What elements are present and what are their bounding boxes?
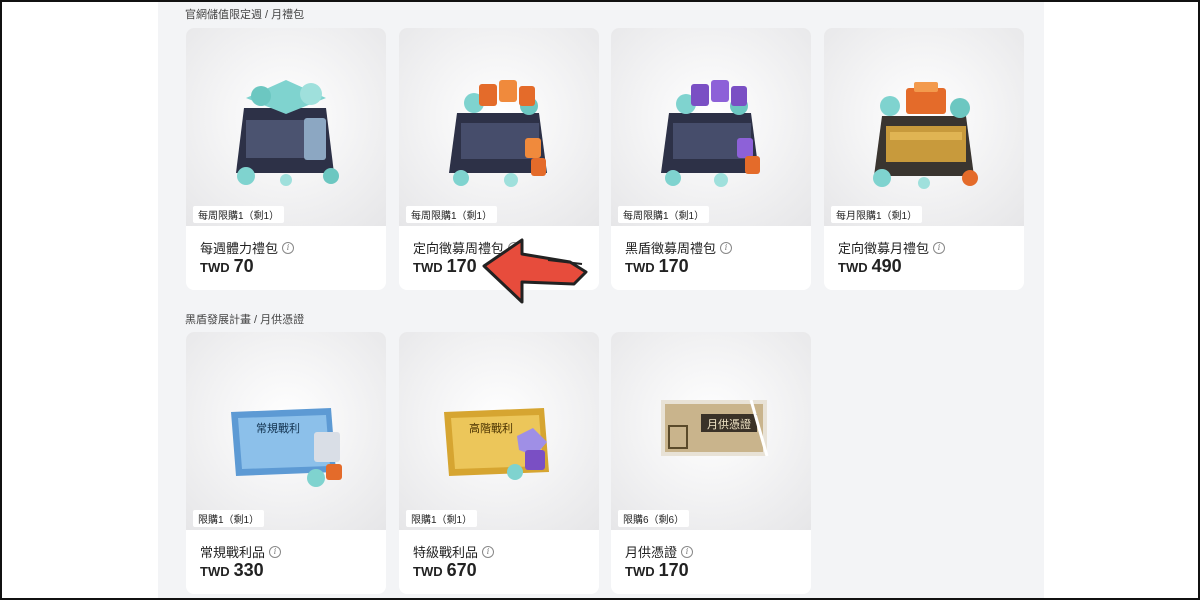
crate-art-black-shield: [661, 80, 760, 187]
svg-text:常規戰利: 常規戰利: [256, 421, 300, 435]
product-card-targeted-monthly[interactable]: 每月限購1（剩1） 定向徵募月禮包 i TWD 490: [824, 28, 1024, 290]
product-image: 每月限購1（剩1）: [824, 28, 1024, 226]
product-name: 常規戰利品 i: [200, 542, 282, 561]
purchase-limit-badge: 每周限購1（剩1）: [193, 206, 285, 223]
product-price: TWD 670: [413, 560, 477, 580]
product-price: TWD 170: [625, 256, 689, 276]
crate-art-targeted: [449, 80, 547, 187]
product-image: 每周限購1（剩1）: [399, 28, 599, 226]
crate-art-stamina: [236, 80, 339, 186]
product-price: TWD 70: [200, 256, 254, 276]
purchase-limit-badge: 每周限購1（剩1）: [618, 206, 710, 223]
product-name: 特級戰利品 i: [413, 542, 495, 561]
purchase-limit-badge: 限購1（剩1）: [193, 510, 265, 527]
info-icon[interactable]: i: [681, 545, 694, 558]
product-name: 每週體力禮包 i: [200, 238, 295, 257]
purchase-limit-badge: 限購1（剩1）: [406, 510, 478, 527]
ticket-art-blue: 常規戰利: [231, 408, 342, 487]
info-icon[interactable]: i: [933, 241, 946, 254]
product-image: 高階戰利 限購1（剩1）: [399, 332, 599, 530]
crate-art-monthly: [873, 82, 978, 189]
product-name: 定向徵募月禮包 i: [838, 238, 946, 257]
info-icon[interactable]: i: [482, 545, 495, 558]
red-arrow-icon: [482, 238, 588, 304]
product-name: 黑盾徵募周禮包 i: [625, 238, 733, 257]
shop-panel: 官網儲值限定週 / 月禮包 黑盾發展計畫 / 月供憑證 每周限購1（剩1） 每週…: [158, 0, 1044, 600]
voucher-art: 月供憑證: [661, 399, 769, 457]
info-icon[interactable]: i: [282, 241, 295, 254]
product-card-monthly-voucher[interactable]: 月供憑證 限購6（剩6） 月供憑證 i TWD 170: [611, 332, 811, 594]
ticket-art-gold: 高階戰利: [444, 408, 549, 480]
product-price: TWD 170: [625, 560, 689, 580]
product-image: 常規戰利 限購1（剩1）: [186, 332, 386, 530]
product-image: 每周限購1（剩1）: [611, 28, 811, 226]
svg-text:月供憑證: 月供憑證: [707, 417, 751, 431]
product-card-black-shield-weekly[interactable]: 每周限購1（剩1） 黑盾徵募周禮包 i TWD 170: [611, 28, 811, 290]
product-card-premium-loot[interactable]: 高階戰利 限購1（剩1） 特級戰利品 i TWD 670: [399, 332, 599, 594]
product-image: 每周限購1（剩1）: [186, 28, 386, 226]
product-card-regular-loot[interactable]: 常規戰利 限購1（剩1） 常規戰利品 i TWD 330: [186, 332, 386, 594]
product-image: 月供憑證 限購6（剩6）: [611, 332, 811, 530]
svg-text:高階戰利: 高階戰利: [469, 421, 513, 435]
purchase-limit-badge: 每月限購1（剩1）: [831, 206, 923, 223]
product-name: 月供憑證 i: [625, 542, 694, 561]
section-title-weekly-monthly: 官網儲值限定週 / 月禮包: [185, 9, 305, 21]
product-price: TWD 170: [413, 256, 477, 276]
info-icon[interactable]: i: [720, 241, 733, 254]
section-title-development-plan: 黑盾發展計畫 / 月供憑證: [185, 314, 305, 326]
product-card-weekly-stamina[interactable]: 每周限購1（剩1） 每週體力禮包 i TWD 70: [186, 28, 386, 290]
product-price: TWD 330: [200, 560, 264, 580]
purchase-limit-badge: 每周限購1（剩1）: [406, 206, 498, 223]
info-icon[interactable]: i: [269, 545, 282, 558]
purchase-limit-badge: 限購6（剩6）: [618, 510, 690, 527]
product-price: TWD 490: [838, 256, 902, 276]
